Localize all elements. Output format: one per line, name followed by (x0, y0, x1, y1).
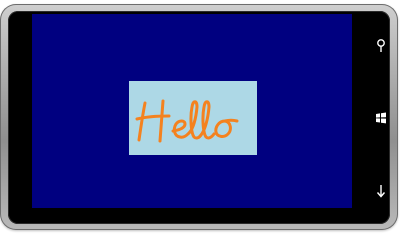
handwritten-hello (135, 99, 239, 143)
windows-logo-icon[interactable] (374, 111, 388, 125)
ink-canvas[interactable] (129, 81, 257, 155)
search-icon[interactable] (374, 38, 388, 54)
back-arrow-icon[interactable] (374, 183, 388, 199)
app-screen (32, 14, 352, 208)
phone-frame (0, 4, 398, 230)
